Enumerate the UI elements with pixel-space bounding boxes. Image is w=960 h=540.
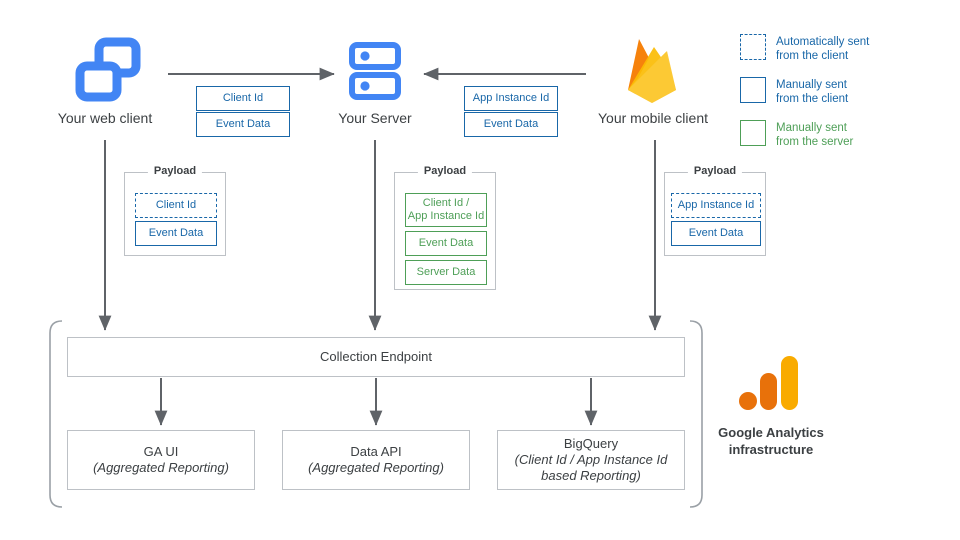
legend: Automatically sent from the client Manua…: [740, 34, 955, 149]
infrastructure-caption-line1: Google Analytics: [718, 425, 824, 440]
destination-bigquery-title: BigQuery: [563, 436, 619, 451]
destination-data-api[interactable]: Data API (Aggregated Reporting): [282, 430, 470, 490]
legend-label-manual-client: Manually sent from the client: [776, 77, 848, 106]
payload-web-title: Payload: [147, 165, 203, 177]
payload-server-server-data: Server Data: [405, 260, 487, 285]
infrastructure-caption: Google Analytics infrastructure: [686, 424, 856, 458]
server-label: Your Server: [338, 110, 412, 126]
legend-label-manual-server-line2: from the server: [776, 136, 854, 148]
legend-label-manual-server-line1: Manually sent: [776, 122, 847, 134]
payload-mobile-app-instance-id: App Instance Id: [671, 193, 761, 218]
payload-mobile: Payload App Instance Id Event Data: [664, 165, 766, 256]
legend-item-manual-server: Manually sent from the server: [740, 120, 955, 149]
collection-endpoint-label: Collection Endpoint: [319, 349, 433, 364]
destination-bigquery-subtitle: (Client Id / App Instance Id based Repor…: [514, 452, 668, 483]
legend-label-auto-client: Automatically sent from the client: [776, 34, 869, 63]
infrastructure-caption-line2: infrastructure: [728, 442, 814, 457]
transit-chip-mobile-app-instance-id: App Instance Id: [464, 86, 558, 111]
payload-mobile-title: Payload: [687, 165, 743, 177]
payload-server-title: Payload: [417, 165, 473, 177]
legend-item-auto-client: Automatically sent from the client: [740, 34, 955, 63]
legend-item-manual-client: Manually sent from the client: [740, 77, 955, 106]
google-analytics-logo: [739, 356, 798, 410]
transit-chip-web-client-id: Client Id: [196, 86, 290, 111]
web-client-icon: [75, 37, 141, 102]
legend-swatch-solid-green-icon: [740, 120, 766, 146]
destination-ga-ui-subtitle: (Aggregated Reporting): [93, 460, 229, 475]
payload-server: Payload Client Id / App Instance Id Even…: [394, 165, 496, 290]
payload-server-event-data: Event Data: [405, 231, 487, 256]
transit-chip-mobile-event-data: Event Data: [464, 112, 558, 137]
legend-label-auto-client-line2: from the client: [776, 50, 849, 62]
firebase-icon: [628, 39, 676, 103]
destination-data-api-subtitle: (Aggregated Reporting): [308, 460, 444, 475]
mobile-client-label: Your mobile client: [598, 110, 708, 126]
legend-label-auto-client-line1: Automatically sent: [776, 36, 870, 48]
collection-endpoint-box[interactable]: Collection Endpoint: [67, 337, 685, 377]
server-icon: [349, 42, 401, 100]
legend-label-manual-client-line2: from the client: [776, 93, 849, 105]
infrastructure-bracket-right: [689, 320, 703, 508]
destination-bigquery[interactable]: BigQuery (Client Id / App Instance Id ba…: [497, 430, 685, 490]
infrastructure-bracket-left: [49, 320, 63, 508]
payload-mobile-event-data: Event Data: [671, 221, 761, 246]
payload-server-client-id: Client Id / App Instance Id: [405, 193, 487, 227]
destination-ga-ui-title: GA UI: [143, 444, 179, 459]
payload-web-client-id: Client Id: [135, 193, 217, 218]
payload-web: Payload Client Id Event Data: [124, 165, 226, 256]
legend-label-manual-client-line1: Manually sent: [776, 79, 847, 91]
transit-chip-web-event-data: Event Data: [196, 112, 290, 137]
destination-ga-ui[interactable]: GA UI (Aggregated Reporting): [67, 430, 255, 490]
legend-swatch-dashed-blue-icon: [740, 34, 766, 60]
legend-label-manual-server: Manually sent from the server: [776, 120, 853, 149]
payload-web-event-data: Event Data: [135, 221, 217, 246]
web-client-label: Your web client: [57, 110, 153, 126]
destination-data-api-title: Data API: [350, 444, 402, 459]
legend-swatch-solid-blue-icon: [740, 77, 766, 103]
